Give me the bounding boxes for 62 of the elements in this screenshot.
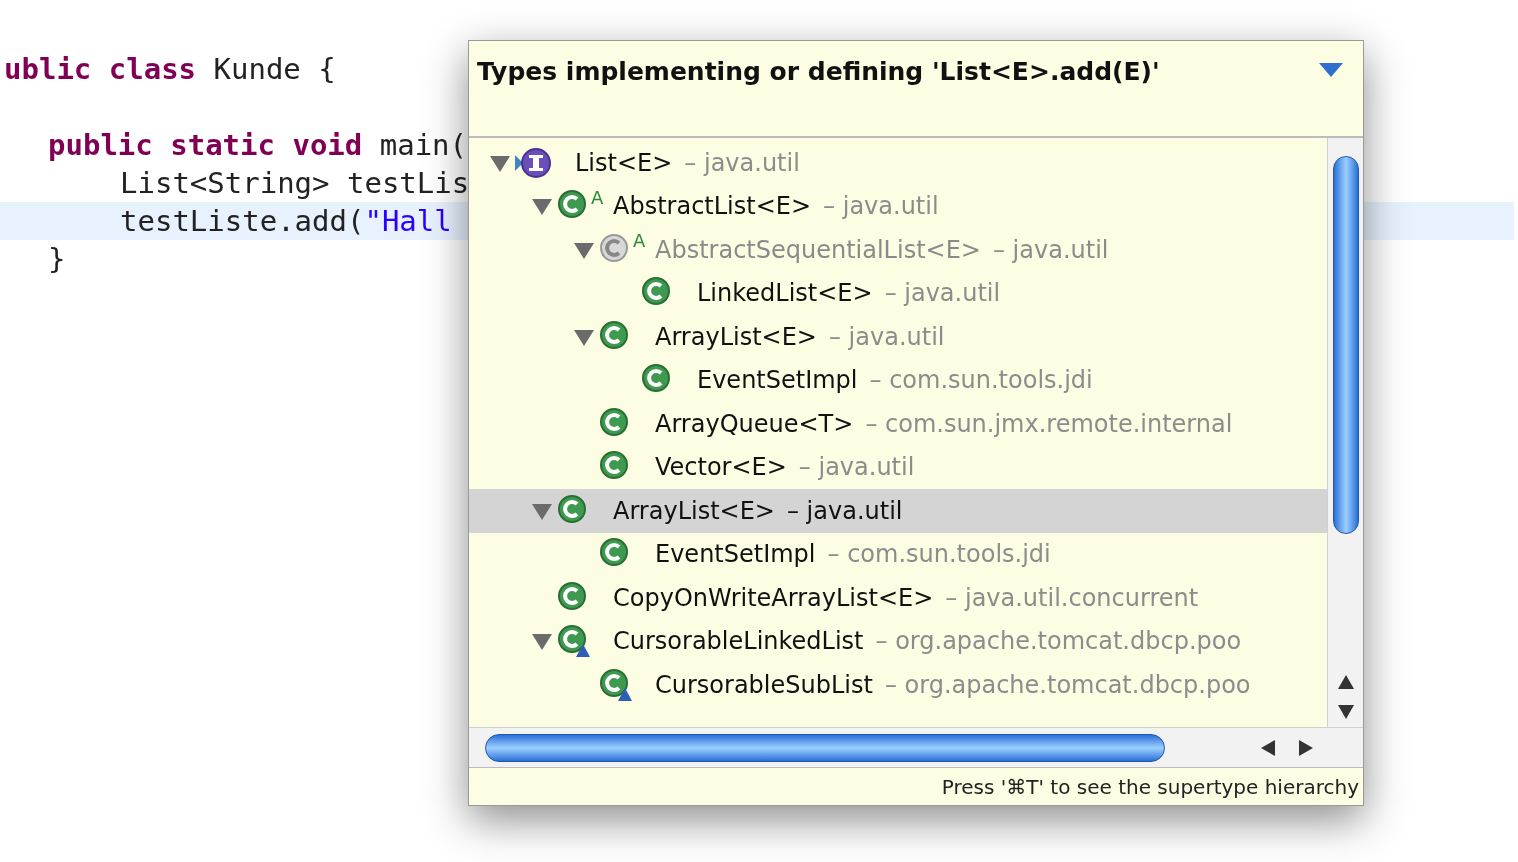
type-name: AbstractSequentialList<E> <box>655 234 981 266</box>
tree-row[interactable]: ArrayList<E> – java.util <box>469 489 1327 533</box>
type-name: ArrayList<E> <box>613 495 775 527</box>
package-name: – java.util <box>823 191 939 223</box>
package-name: – java.util <box>829 321 945 353</box>
tree-row[interactable]: Vector<E> – java.util <box>469 445 1327 489</box>
expand-arrow-icon[interactable] <box>531 196 553 217</box>
type-name: AbstractList<E> <box>613 191 812 223</box>
expand-arrow-icon[interactable] <box>531 631 553 652</box>
popup-title: Types implementing or defining 'List<E>.add(E)' <box>477 56 1160 88</box>
type-name: CursorableSubList <box>655 669 873 701</box>
package-name: – java.util.concurrent <box>945 582 1199 614</box>
package-name: – org.apache.tomcat.dbcp.poo <box>884 669 1251 701</box>
vertical-scrollbar[interactable] <box>1327 138 1363 727</box>
horizontal-scrollbar[interactable] <box>469 727 1363 767</box>
code-line: ublic class Kunde { <box>4 52 336 86</box>
type-name: Vector<E> <box>655 452 787 484</box>
scrollbar-thumb[interactable] <box>1332 156 1359 534</box>
scroll-up-icon[interactable] <box>1337 675 1354 689</box>
scroll-right-icon[interactable] <box>1299 739 1313 756</box>
code-line: testListe.add("Hall <box>120 204 452 238</box>
package-name: – java.util <box>798 452 915 484</box>
type-name: EventSetImpl <box>697 365 858 397</box>
package-name: – java.util <box>884 278 1001 310</box>
tree-row[interactable]: CopyOnWriteArrayList<E> – java.util.concurrent <box>469 576 1327 620</box>
tree-row[interactable]: ArrayQueue<T> – com.sun.jmx.remote.internal <box>469 402 1327 446</box>
tree-row[interactable]: CursorableSubList – org.apache.tomcat.dbcp.poo <box>469 663 1327 707</box>
tree-row[interactable]: List<E> – java.util <box>469 141 1327 185</box>
code-line: public static void main( <box>48 128 468 162</box>
package-name: – com.sun.jmx.remote.internal <box>865 408 1233 440</box>
package-name: – java.util <box>992 234 1109 266</box>
scroll-down-icon[interactable] <box>1337 705 1354 719</box>
type-name: LinkedList<E> <box>697 278 873 310</box>
package-name: – java.util <box>787 495 903 527</box>
package-name: – org.apache.tomcat.dbcp.poo <box>875 626 1242 658</box>
type-name: EventSetImpl <box>655 539 816 571</box>
tree-row[interactable]: LinkedList<E> – java.util <box>469 271 1327 315</box>
class-package-icon <box>557 624 591 659</box>
tree-row[interactable]: ArrayList<E> – java.util <box>469 315 1327 359</box>
type-name: CopyOnWriteArrayList<E> <box>613 582 934 614</box>
class-package-icon <box>599 667 633 702</box>
package-name: – com.sun.tools.jdi <box>869 365 1093 397</box>
dropdown-menu-icon[interactable] <box>1319 63 1343 79</box>
scrollbar-thumb[interactable] <box>485 733 1165 762</box>
package-name: – com.sun.tools.jdi <box>827 539 1051 571</box>
type-name: ArrayList<E> <box>655 321 817 353</box>
interface-icon <box>515 146 553 179</box>
code-line: List<String> testLis <box>120 166 470 200</box>
abstract-marker-label: A <box>591 186 604 208</box>
abstract-marker-label: A <box>633 230 646 251</box>
code-line: } <box>48 242 66 276</box>
tree-row[interactable]: CursorableLinkedList – org.apache.tomcat.dbcp.poo <box>469 619 1327 663</box>
hint-text: Press '⌘T' to see the supertype hierarchy <box>941 773 1359 801</box>
tree-row[interactable]: A AbstractList<E> – java.util <box>469 184 1327 228</box>
scroll-left-icon[interactable] <box>1261 739 1275 756</box>
tree-row[interactable]: EventSetImpl – com.sun.tools.jdi <box>469 532 1327 576</box>
type-name: List<E> <box>575 147 673 179</box>
package-name: – java.util <box>684 147 800 179</box>
type-name: CursorableLinkedList <box>613 626 864 658</box>
tree-row[interactable]: A AbstractSequentialList<E> – java.util <box>469 228 1327 272</box>
type-name: ArrayQueue<T> <box>655 408 854 440</box>
tree-row[interactable]: EventSetImpl – com.sun.tools.jdi <box>469 358 1327 402</box>
